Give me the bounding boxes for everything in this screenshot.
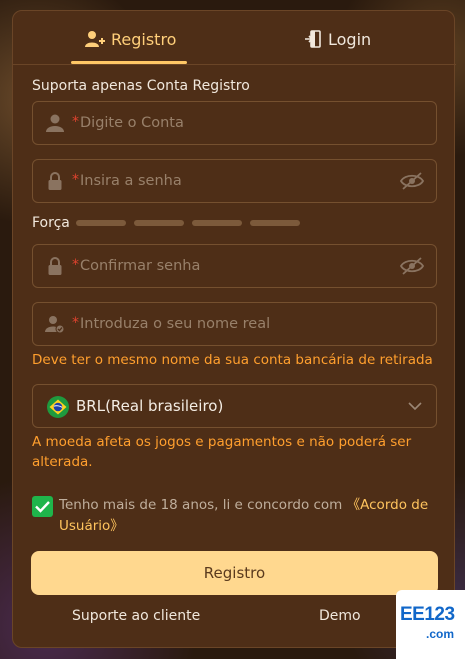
password-input[interactable]: * Insira a senha bbox=[32, 159, 437, 203]
eye-off-icon[interactable] bbox=[400, 256, 424, 276]
watermark-top: EE123 bbox=[400, 604, 455, 625]
auth-tabs: Registro Login bbox=[13, 11, 456, 65]
confirm-password-input[interactable]: * Confirmar senha bbox=[32, 244, 437, 288]
real-name-warning: Deve ter o mesmo nome da sua conta bancá… bbox=[32, 352, 433, 368]
strength-segment-1 bbox=[76, 220, 126, 226]
strength-segment-2 bbox=[134, 220, 184, 226]
tab-login[interactable]: Login bbox=[304, 25, 371, 53]
ee123-watermark-logo: EE123 .com bbox=[396, 590, 465, 659]
lock-icon bbox=[48, 172, 62, 190]
password-placeholder: Insira a senha bbox=[80, 173, 182, 189]
register-submit-button[interactable]: Registro bbox=[31, 551, 438, 595]
required-marker: * bbox=[72, 172, 79, 188]
confirm-password-placeholder: Confirmar senha bbox=[80, 258, 201, 274]
watermark-bottom: .com bbox=[426, 627, 455, 641]
currency-warning: A moeda afeta os jogos e pagamentos e nã… bbox=[32, 434, 412, 470]
required-marker: * bbox=[72, 257, 79, 273]
chevron-down-icon bbox=[408, 402, 422, 411]
tab-registro-label: Registro bbox=[111, 29, 177, 49]
demo-link[interactable]: Demo bbox=[319, 608, 361, 624]
agreement-text: Tenho mais de 18 anos, li e concordo com… bbox=[59, 495, 439, 537]
strength-segment-4 bbox=[250, 220, 300, 226]
active-tab-indicator bbox=[71, 61, 187, 64]
account-placeholder: Digite o Conta bbox=[80, 115, 184, 131]
strength-label: Força bbox=[32, 215, 70, 231]
agreement-checkbox[interactable] bbox=[32, 496, 53, 517]
brazil-flag-icon bbox=[47, 396, 69, 418]
add-user-icon bbox=[85, 31, 105, 47]
eye-off-icon[interactable] bbox=[400, 171, 424, 191]
real-name-placeholder: Introduza o seu nome real bbox=[80, 316, 271, 332]
register-modal: Registro Login Suporta apenas Conta Regi… bbox=[12, 10, 456, 648]
user-icon bbox=[46, 114, 64, 132]
login-door-icon bbox=[305, 30, 321, 48]
check-icon bbox=[35, 501, 50, 513]
currency-selected-value: BRL(Real brasileiro) bbox=[76, 397, 224, 415]
required-marker: * bbox=[72, 315, 79, 331]
tab-login-label: Login bbox=[328, 29, 372, 49]
lock-icon bbox=[48, 257, 62, 275]
required-marker: * bbox=[72, 114, 79, 130]
support-note: Suporta apenas Conta Registro bbox=[32, 78, 250, 94]
customer-support-link[interactable]: Suporte ao cliente bbox=[72, 608, 200, 624]
tab-registro[interactable]: Registro bbox=[85, 25, 176, 53]
account-input[interactable]: * Digite o Conta bbox=[32, 101, 437, 145]
real-name-input[interactable]: * Introduza o seu nome real bbox=[32, 302, 437, 346]
strength-segment-3 bbox=[192, 220, 242, 226]
verified-user-icon bbox=[45, 316, 65, 334]
currency-select[interactable]: BRL(Real brasileiro) bbox=[32, 384, 437, 428]
agreement-label: Tenho mais de 18 anos, li e concordo com bbox=[59, 497, 347, 513]
